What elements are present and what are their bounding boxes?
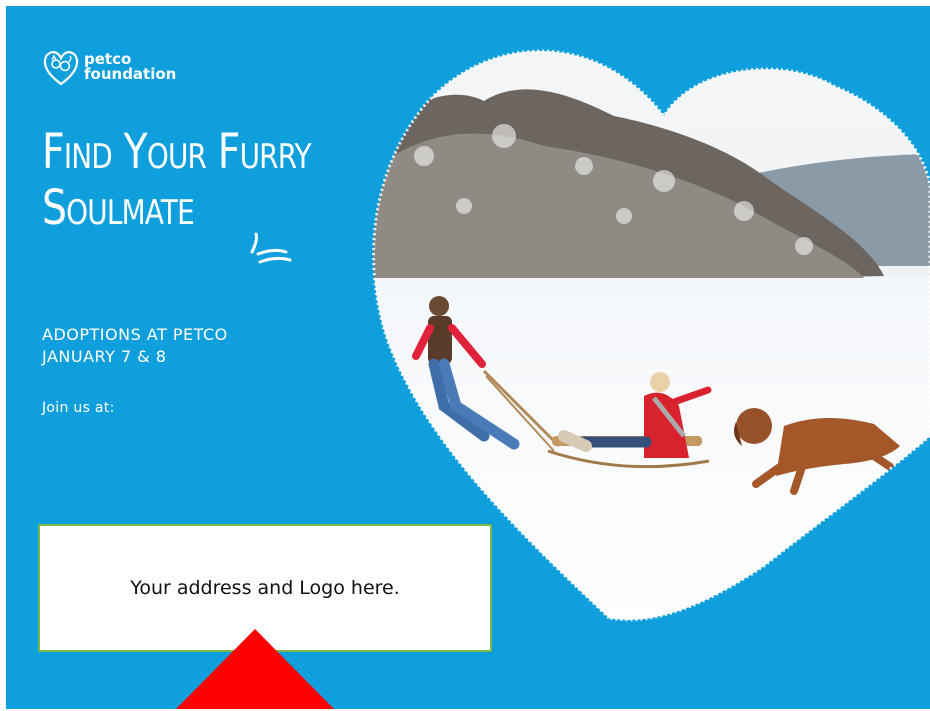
headline-line-1: Find Your Furry	[42, 124, 312, 180]
logo-line-2: foundation	[84, 65, 177, 83]
petco-foundation-logo: petco foundation	[42, 46, 176, 88]
red-triangle-arrow-icon	[175, 629, 335, 709]
adoption-line-2: JANUARY 7 & 8	[42, 347, 167, 366]
address-placeholder-text: Your address and Logo here.	[130, 577, 400, 599]
logo-wordmark: petco foundation	[84, 52, 176, 82]
heart-pet-logo-icon	[43, 51, 79, 86]
adoption-line-1: ADOPTIONS AT PETCO	[42, 325, 228, 344]
join-label: Join us at:	[42, 400, 115, 416]
swoosh-icon	[250, 232, 292, 264]
headline: Find Your Furry Soulmate	[42, 124, 313, 236]
adoption-flyer: petco foundation Find Your Furry Soulmat…	[6, 6, 930, 709]
adoption-dates: ADOPTIONS AT PETCO JANUARY 7 & 8	[42, 324, 228, 368]
